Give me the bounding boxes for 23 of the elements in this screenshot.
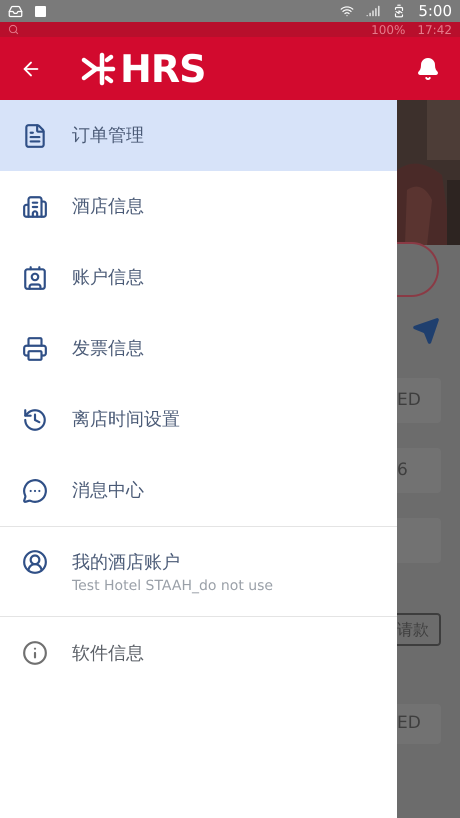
send-icon (412, 317, 440, 345)
clock-text: 5:00 (418, 4, 452, 18)
account-subtitle: Test Hotel STAAH_do not use (72, 577, 274, 596)
menu-icon (22, 264, 48, 290)
battery-text: 100% (371, 24, 406, 36)
about-item[interactable]: 软件信息 (0, 617, 397, 689)
account-item[interactable]: 我的酒店账户 Test Hotel STAAH_do not use (0, 527, 397, 616)
clock-text: 17:42 (417, 24, 452, 36)
menu-icon (22, 406, 48, 432)
notification-button[interactable] (416, 56, 440, 80)
signal-icon (366, 4, 380, 18)
search-icon (8, 24, 19, 35)
menu-icon (22, 478, 48, 504)
logo-text: HRS (120, 50, 206, 88)
wifi-icon (340, 4, 354, 18)
account-title: 我的酒店账户 (72, 551, 181, 575)
info-icon (22, 640, 48, 666)
account-icon (22, 549, 48, 575)
logo-icon (80, 50, 116, 86)
menu-icon (22, 336, 48, 362)
menu-icon (22, 194, 48, 220)
drawer-item[interactable]: 订单管理 (0, 100, 397, 171)
inbox-icon (8, 4, 23, 18)
